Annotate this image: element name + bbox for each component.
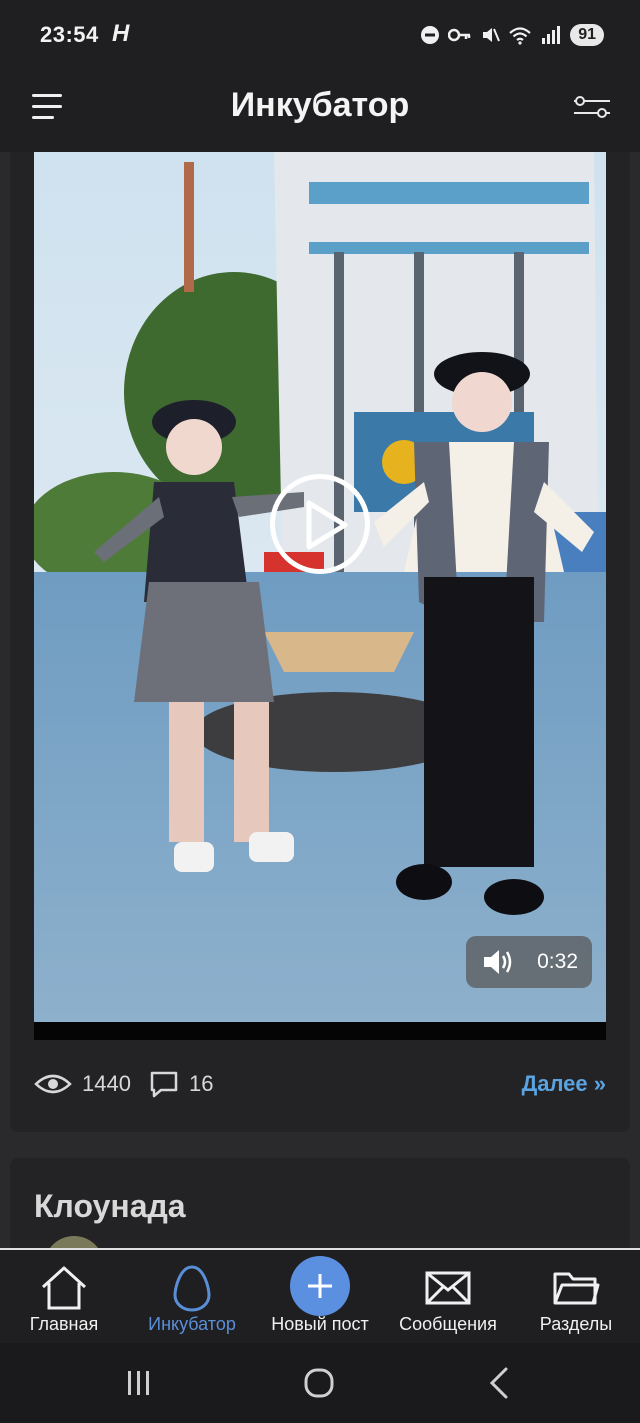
new-post-button[interactable] [290, 1256, 350, 1316]
video-player[interactable]: 0:32 [34, 152, 606, 1032]
status-bar: 23:54 H 91 [0, 0, 640, 70]
views-count: 1440 [82, 1071, 131, 1096]
plus-icon [308, 1274, 332, 1298]
system-navigation-bar [0, 1343, 640, 1423]
nav-label: Сообщения [399, 1314, 497, 1334]
status-time: 23:54 [40, 22, 99, 47]
comments-stat[interactable]: 16 [149, 1070, 213, 1098]
do-not-disturb-icon [421, 26, 440, 44]
back-icon[interactable] [484, 1365, 514, 1401]
read-more-link[interactable]: Далее » [522, 1071, 606, 1097]
app-header: Инкубатор [0, 70, 640, 152]
page-title: Инкубатор [230, 86, 410, 124]
comments-count: 16 [188, 1071, 214, 1096]
bottom-navigation: Главная Инкубатор Новый пост Сообщения Р… [0, 1248, 640, 1343]
video-progress-bar[interactable] [34, 1022, 606, 1040]
nav-item-incubator[interactable]: Инкубатор [128, 1250, 256, 1345]
folder-icon [553, 1272, 600, 1305]
play-icon [306, 500, 348, 550]
battery-indicator: 91 [570, 24, 604, 46]
post-title[interactable]: Клоунада [34, 1188, 186, 1225]
post-card: 0:32 1440 16 Далее » [10, 152, 630, 1132]
envelope-icon [425, 1271, 471, 1305]
eye-icon [34, 1074, 72, 1094]
feed[interactable]: 0:32 1440 16 Далее » Клоунада [0, 152, 640, 1248]
nav-item-home[interactable]: Главная [0, 1250, 128, 1345]
status-icons: 91 [420, 20, 604, 50]
mute-icon [483, 28, 501, 42]
signal-icon [542, 26, 561, 44]
nav-label: Главная [29, 1314, 99, 1334]
volume-icon[interactable] [482, 948, 514, 976]
home-button-icon[interactable] [302, 1365, 338, 1401]
home-icon [41, 1266, 87, 1310]
key-icon [448, 28, 471, 42]
video-controls[interactable]: 0:32 [466, 936, 592, 988]
nav-item-sections[interactable]: Разделы [512, 1250, 640, 1345]
nav-label: Новый пост [271, 1314, 369, 1334]
avatar[interactable] [44, 1236, 104, 1248]
nav-item-new-post[interactable]: Новый пост [256, 1250, 384, 1345]
recent-apps-icon[interactable] [124, 1365, 154, 1401]
post-footer: 1440 16 Далее » [34, 1062, 606, 1106]
nav-item-messages[interactable]: Сообщения [384, 1250, 512, 1345]
comment-icon [150, 1071, 178, 1098]
play-button[interactable] [270, 474, 370, 574]
filter-sliders-icon[interactable] [572, 92, 612, 122]
video-frame [34, 152, 606, 1032]
video-duration: 0:32 [537, 950, 578, 973]
post-card: Клоунада [10, 1158, 630, 1248]
egg-icon [173, 1265, 211, 1312]
wifi-icon [509, 27, 531, 45]
network-type-icon: H [112, 20, 130, 47]
nav-label: Инкубатор [148, 1314, 236, 1334]
views-stat: 1440 [34, 1071, 131, 1097]
nav-label: Разделы [539, 1314, 613, 1334]
